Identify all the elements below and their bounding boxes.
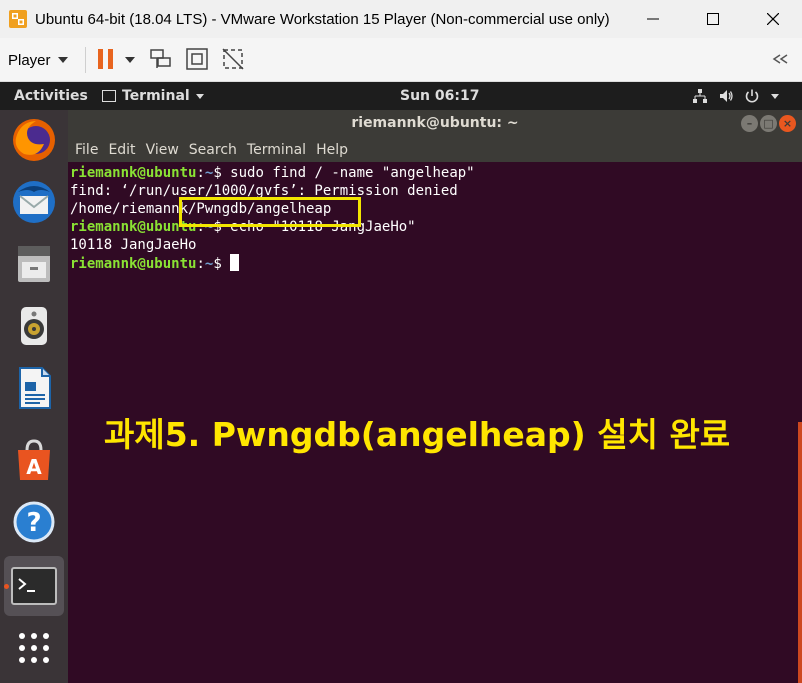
minimize-button[interactable] — [628, 0, 678, 38]
terminal-screen[interactable]: riemannk@ubuntu:~$ sudo find / -name "an… — [68, 162, 802, 683]
prompt-user: riemannk@ubuntu — [70, 219, 197, 235]
software-bag-icon: A — [18, 439, 50, 480]
terminal-header-bar[interactable]: riemannk@ubuntu: ~ – □ × — [68, 110, 802, 138]
maximize-button[interactable] — [688, 0, 738, 38]
close-icon — [767, 13, 779, 25]
unity-mode-icon[interactable] — [220, 46, 246, 72]
menu-file[interactable]: File — [75, 142, 98, 158]
volume-icon — [720, 90, 733, 102]
terminal-icon — [11, 567, 57, 605]
menu-search[interactable]: Search — [189, 142, 237, 158]
menu-view[interactable]: View — [146, 142, 179, 158]
prompt-separator: : — [196, 165, 205, 181]
terminal-minimize-button[interactable]: – — [741, 115, 758, 132]
terminal-line: 10118 JangJaeHo — [70, 236, 196, 254]
chevron-down-icon — [195, 93, 204, 99]
dock-terminal[interactable] — [4, 556, 64, 616]
toolbar-divider — [85, 47, 86, 73]
network-icon — [693, 89, 707, 103]
chevron-down-icon — [57, 57, 68, 63]
terminal-scrollbar[interactable] — [798, 422, 802, 683]
thunderbird-icon — [13, 181, 55, 223]
terminal-title: riemannk@ubuntu: ~ — [351, 115, 519, 131]
terminal-small-icon — [102, 90, 116, 102]
writer-icon — [19, 367, 51, 409]
dock-help[interactable]: ? — [4, 492, 64, 552]
running-indicator — [4, 584, 9, 589]
fit-guest-icon[interactable] — [184, 46, 210, 72]
speaker-icon — [21, 307, 47, 345]
minimize-icon: – — [746, 117, 753, 130]
activities-button[interactable]: Activities — [14, 88, 88, 104]
files-icon — [18, 246, 50, 282]
close-button[interactable] — [748, 0, 798, 38]
app-grid-icon — [19, 633, 49, 663]
ubuntu-dock: A ? — [0, 110, 68, 683]
player-menu-button[interactable]: Player — [8, 48, 68, 72]
close-icon: × — [782, 117, 793, 130]
system-menu[interactable] — [692, 88, 780, 104]
annotation-caption: 과제5. Pwngdb(angelheap) 설치 완료 — [104, 415, 731, 454]
firefox-icon — [13, 119, 55, 161]
menu-edit[interactable]: Edit — [108, 142, 135, 158]
dock-rhythmbox[interactable] — [4, 296, 64, 356]
app-menu-label: Terminal — [122, 88, 190, 104]
terminal-menu-bar: File Edit View Search Terminal Help — [68, 138, 802, 162]
help-icon: ? — [13, 501, 55, 543]
prompt-separator: : — [196, 256, 205, 272]
vmware-logo-icon — [9, 10, 27, 28]
terminal-close-button[interactable]: × — [779, 115, 796, 132]
vmware-toolbar: Player — [0, 38, 802, 82]
vmware-title-bar: Ubuntu 64-bit (18.04 LTS) - VMware Works… — [0, 0, 802, 38]
terminal-window: riemannk@ubuntu: ~ – □ × File Edit View … — [68, 110, 802, 683]
svg-text:?: ? — [26, 508, 41, 538]
clock[interactable]: Sun 06:17 — [400, 88, 479, 104]
dock-show-applications[interactable] — [4, 618, 64, 678]
dock-ubuntu-software[interactable]: A — [4, 430, 64, 490]
command-text: sudo find / -name "angelheap" — [230, 165, 475, 181]
dock-files[interactable] — [4, 234, 64, 294]
prompt-symbol: $ — [213, 165, 231, 181]
send-ctrl-alt-del-icon[interactable] — [148, 46, 174, 72]
text-cursor — [230, 254, 240, 271]
menu-help[interactable]: Help — [316, 142, 348, 158]
app-menu-button[interactable]: Terminal — [102, 88, 204, 104]
terminal-line: riemannk@ubuntu:~$ — [70, 254, 240, 272]
prompt-user: riemannk@ubuntu — [70, 165, 197, 181]
gnome-top-bar: Activities Terminal Sun 06:17 — [0, 82, 802, 110]
pause-icon[interactable] — [96, 46, 116, 72]
dock-thunderbird[interactable] — [4, 172, 64, 232]
chevron-down-icon — [771, 94, 779, 99]
dock-libreoffice-writer[interactable] — [4, 358, 64, 418]
dropdown-caret-icon[interactable] — [124, 46, 136, 72]
power-icon — [745, 89, 759, 103]
minimize-icon — [647, 18, 659, 20]
highlight-annotation-box — [179, 197, 361, 227]
output-text: 10118 JangJaeHo — [70, 237, 197, 253]
maximize-icon: □ — [763, 117, 774, 130]
svg-text:A: A — [26, 455, 42, 479]
dock-firefox[interactable] — [4, 110, 64, 170]
collapse-toolbar-icon[interactable] — [770, 46, 792, 72]
maximize-icon — [707, 13, 719, 25]
window-title: Ubuntu 64-bit (18.04 LTS) - VMware Works… — [35, 10, 610, 28]
prompt-symbol: $ — [213, 256, 231, 272]
player-menu-label: Player — [8, 51, 51, 69]
terminal-maximize-button[interactable]: □ — [760, 115, 777, 132]
prompt-user: riemannk@ubuntu — [70, 256, 197, 272]
terminal-line: riemannk@ubuntu:~$ sudo find / -name "an… — [70, 164, 475, 182]
menu-terminal[interactable]: Terminal — [247, 142, 306, 158]
